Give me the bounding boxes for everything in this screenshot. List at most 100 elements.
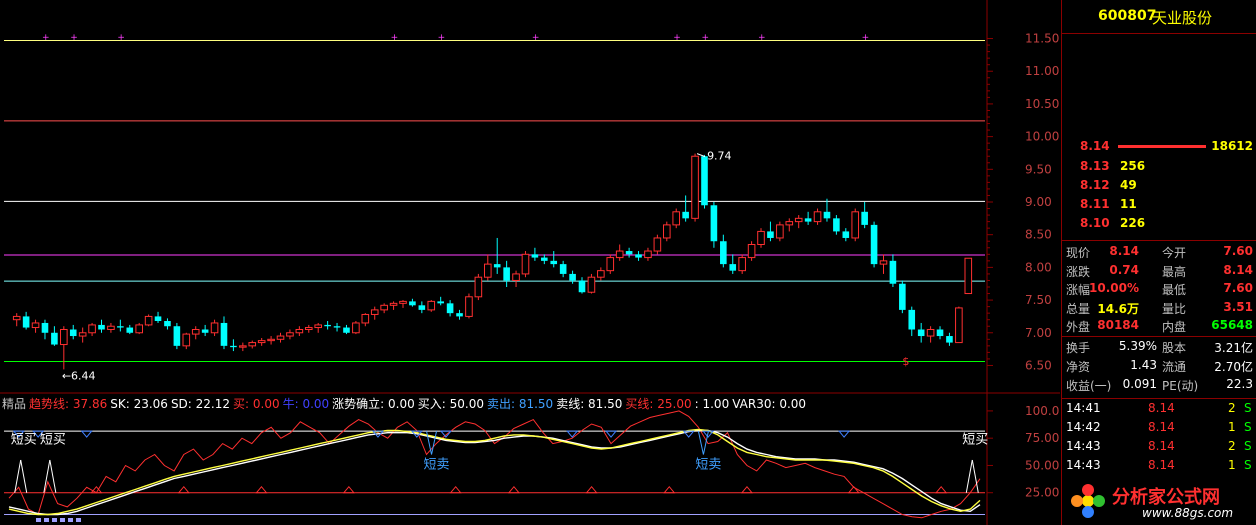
- buy-volume: 11: [1120, 197, 1137, 211]
- stat-value: 8.14: [1223, 262, 1253, 277]
- candle-body: [343, 327, 350, 333]
- candle-body: [653, 237, 662, 252]
- sub-indicator-param-text: 趋势线: 37.86: [29, 397, 108, 411]
- divider: [1062, 336, 1256, 337]
- candle-body: [173, 326, 181, 346]
- candle-body: [493, 264, 501, 268]
- candle-body: [304, 327, 313, 330]
- buy-price: 8.12: [1080, 178, 1110, 192]
- stat-value: 3.51: [1223, 299, 1253, 314]
- candle-body: [936, 329, 944, 337]
- candle-body: [729, 264, 737, 271]
- candle-body: [191, 329, 200, 335]
- trade-row[interactable]: 14:43 8.14 2 S: [1062, 438, 1256, 456]
- stat-row: 总量 14.6万 量比 3.51: [1062, 299, 1256, 317]
- trade-volume: 1: [1228, 458, 1236, 472]
- bottom-dot: [52, 518, 57, 522]
- top-marker: +: [758, 33, 766, 43]
- candle-body: [98, 324, 105, 330]
- sell-volume: 18612: [1211, 139, 1253, 153]
- trade-volume: 1: [1228, 420, 1236, 434]
- candle-body: [31, 322, 40, 329]
- divider: [1062, 240, 1256, 241]
- logo-flower-icon: [1071, 484, 1105, 518]
- candle-body: [437, 301, 444, 304]
- trade-row[interactable]: 14:42 8.14 1 S: [1062, 419, 1256, 437]
- stat-value: 3.21亿: [1214, 341, 1253, 355]
- sub-indicator-param-text: 牛: 0.00: [282, 397, 330, 411]
- stat-label: 涨幅: [1066, 283, 1091, 297]
- candle-body: [314, 324, 322, 329]
- trade-price: 8.14: [1148, 439, 1175, 453]
- candle-body: [794, 217, 803, 223]
- trade-price: 8.14: [1148, 401, 1175, 415]
- candle-body: [747, 244, 756, 259]
- candle-body: [691, 155, 699, 219]
- chart-canvas[interactable]: 11.50 11.00 10.50 10.00 9.50 9.00 8.50 8.00 7.50…: [0, 0, 1060, 525]
- candle-body: [230, 345, 237, 348]
- candle-body: [117, 326, 124, 328]
- stat-value: 7.60: [1223, 281, 1253, 295]
- bottom-dot: [68, 518, 73, 522]
- candle-body: [908, 309, 916, 330]
- candle-body: [456, 313, 463, 317]
- stat-label: 换手: [1066, 341, 1091, 355]
- trade-time: 14:42: [1066, 420, 1101, 434]
- buy-price: 8.13: [1080, 159, 1110, 173]
- candle-body: [899, 283, 906, 310]
- trade-price: 8.14: [1148, 458, 1175, 472]
- candle-body: [842, 231, 850, 238]
- main-chart-area[interactable]: 天业股份(日线,前复权)ZD自动%指标主(20)振幅: 74.77天: 11.4…: [0, 0, 1060, 525]
- short-sell-label: 短卖: [424, 457, 450, 472]
- stat-value: 22.3: [1226, 377, 1253, 391]
- candle-body: [521, 253, 530, 275]
- candle-body: [182, 333, 191, 347]
- stat-value: 0.74: [1109, 262, 1139, 277]
- top-marker: +: [438, 33, 446, 43]
- candle-body: [879, 260, 888, 265]
- stat-value: 0.091: [1122, 377, 1157, 391]
- stat-value: 2.70亿: [1214, 360, 1253, 374]
- signal-marker: $: [902, 355, 909, 368]
- top-marker: +: [391, 33, 399, 43]
- candle-body: [107, 325, 115, 331]
- candle-body: [964, 257, 973, 295]
- candle-body: [833, 218, 840, 232]
- stat-row: 外盘 80184 内盘 65648: [1062, 317, 1256, 335]
- top-marker: +: [42, 33, 50, 43]
- price-axis-label: 9.50: [1025, 162, 1052, 176]
- stat-label: 涨跌: [1066, 264, 1091, 279]
- bottom-dot: [76, 518, 81, 522]
- candle-body: [813, 211, 822, 223]
- trade-row[interactable]: 14:41 8.14 2 S: [1062, 400, 1256, 418]
- volume-bar: [1118, 145, 1206, 148]
- top-marker: +: [701, 33, 709, 43]
- candle-body: [126, 327, 134, 333]
- candle-body: [361, 313, 370, 324]
- trade-side: S: [1244, 420, 1252, 434]
- quote-side-panel: 600807 天业股份 8.14 18612 8.13 256 8.12 49 8.11 11…: [1061, 0, 1256, 525]
- finance-row: 净资 1.43 流通 2.70亿: [1062, 357, 1256, 375]
- trade-volume: 2: [1228, 401, 1236, 415]
- candle-body: [135, 324, 143, 334]
- buy-book-row: 8.11 11: [1062, 196, 1256, 214]
- price-axis-label: 7.00: [1025, 326, 1052, 340]
- price-axis-label: 11.50: [1025, 32, 1059, 46]
- top-marker: +: [862, 33, 870, 43]
- candle-body: [474, 276, 483, 298]
- candle-body: [380, 304, 388, 311]
- stat-label: 今开: [1162, 246, 1187, 260]
- stat-label: 现价: [1066, 246, 1091, 260]
- indicator-header-line: 精品 趋势线: 37.86 SK: 23.06 SD: 22.12 买: 0.00 牛: …: [2, 395, 809, 412]
- sell-price: 8.14: [1080, 139, 1110, 153]
- candle-body: [418, 305, 426, 310]
- candle-body: [69, 329, 77, 337]
- candle-body: [154, 316, 162, 321]
- buy-book-row: 8.13 256: [1062, 158, 1256, 176]
- trade-row[interactable]: 14:43 8.14 1 S: [1062, 457, 1256, 475]
- candle-body: [587, 276, 596, 293]
- price-axis-label: 10.50: [1025, 97, 1059, 111]
- stat-label: 最低: [1162, 283, 1187, 297]
- site-logo: 分析家公式网 www.88gs.com: [1068, 481, 1253, 523]
- candle-body: [767, 231, 774, 238]
